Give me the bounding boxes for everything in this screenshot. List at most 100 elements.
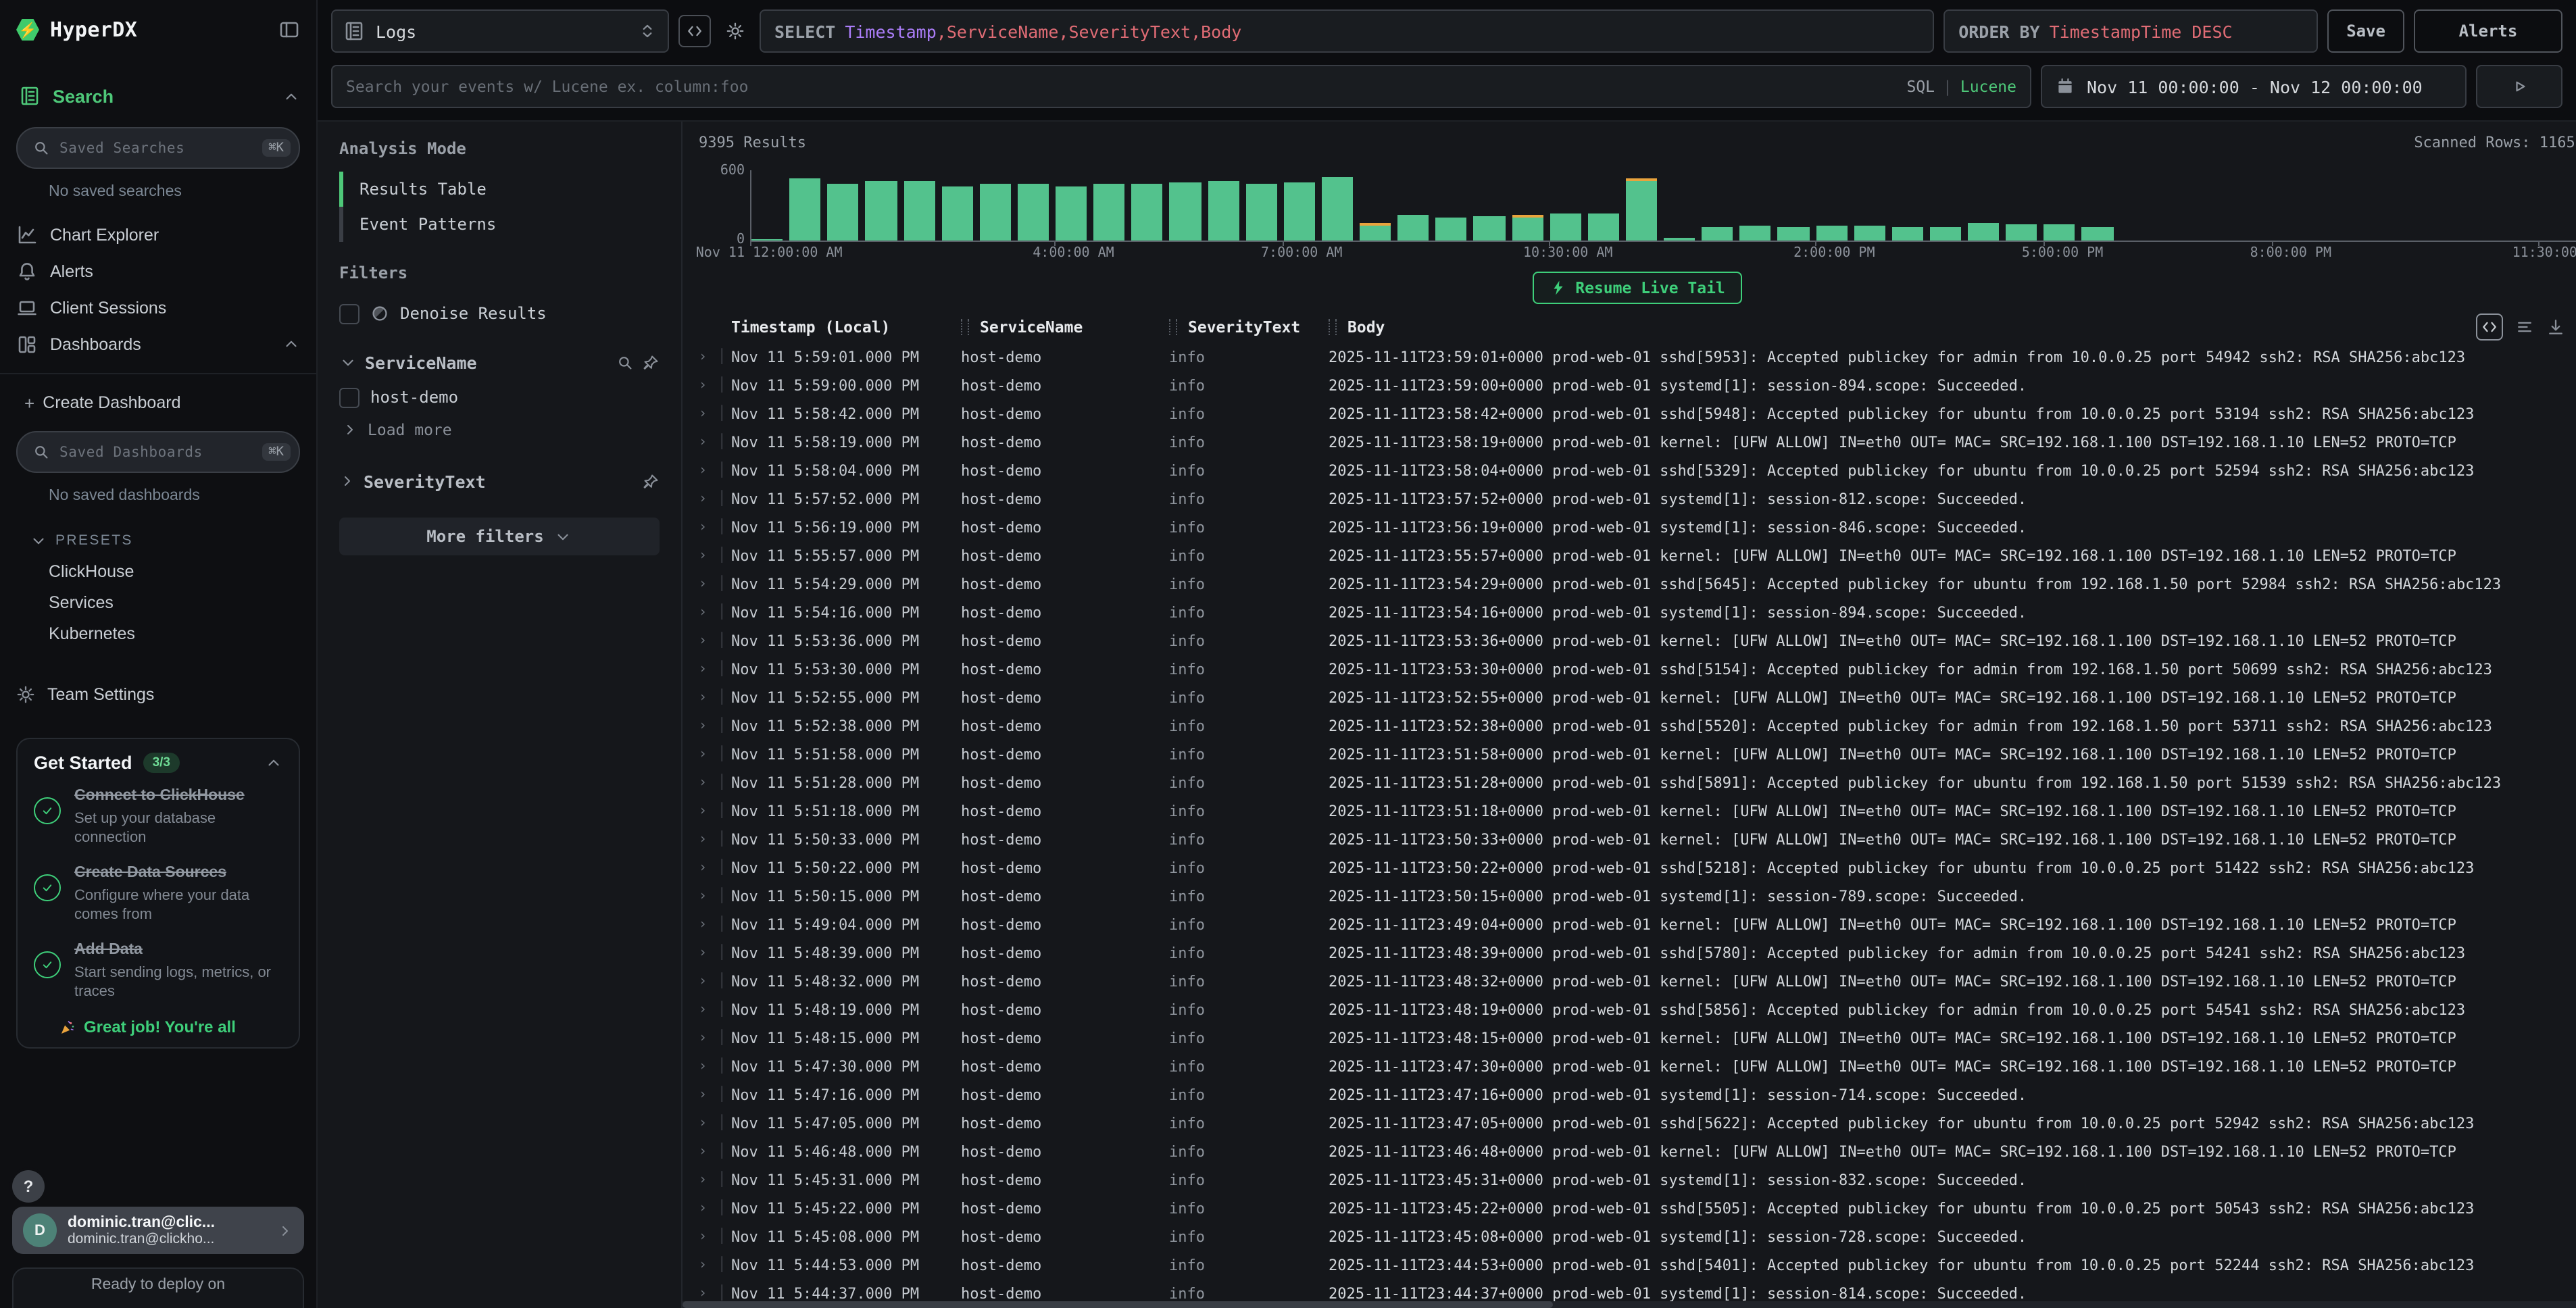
table-row[interactable]: ›│Nov 11 5:51:58.000 PMhost-demoinfo2025… (699, 740, 2576, 769)
column-header-timestamp[interactable]: Timestamp (Local) (731, 318, 961, 336)
load-more-button[interactable]: Load more (339, 415, 660, 445)
table-row[interactable]: ›│Nov 11 5:48:39.000 PMhost-demoinfo2025… (699, 939, 2576, 967)
row-expand-icon[interactable]: ›│ (699, 1116, 731, 1131)
row-expand-icon[interactable]: ›│ (699, 1258, 731, 1273)
row-expand-icon[interactable]: ›│ (699, 435, 731, 450)
table-row[interactable]: ›│Nov 11 5:45:22.000 PMhost-demoinfo2025… (699, 1194, 2576, 1223)
row-expand-icon[interactable]: ›│ (699, 776, 731, 790)
table-row[interactable]: ›│Nov 11 5:50:33.000 PMhost-demoinfo2025… (699, 826, 2576, 854)
analysis-mode-event-patterns[interactable]: Event Patterns (339, 207, 660, 242)
histogram-bucket[interactable] (1170, 170, 1208, 241)
row-expand-icon[interactable]: ›│ (699, 946, 731, 961)
row-expand-icon[interactable]: ›│ (699, 1144, 731, 1159)
table-row[interactable]: ›│Nov 11 5:54:29.000 PMhost-demoinfo2025… (699, 570, 2576, 599)
histogram-bucket[interactable] (2500, 170, 2538, 241)
histogram-bar[interactable] (1436, 217, 1467, 241)
table-row[interactable]: ›│Nov 11 5:58:42.000 PMhost-demoinfo2025… (699, 400, 2576, 428)
preset-item-kubernetes[interactable]: Kubernetes (16, 618, 300, 649)
histogram-bar[interactable] (1397, 214, 1429, 241)
column-header-body[interactable]: Body (1329, 318, 2576, 336)
column-header-servicename[interactable]: ServiceName (961, 318, 1169, 336)
row-expand-icon[interactable]: ›│ (699, 1031, 731, 1046)
histogram-bucket[interactable] (828, 170, 866, 241)
row-expand-icon[interactable]: ›│ (699, 407, 731, 422)
column-header-severitytext[interactable]: SeverityText (1169, 318, 1329, 336)
analysis-mode-results-table[interactable]: Results Table (339, 172, 660, 207)
table-row[interactable]: ›│Nov 11 5:48:15.000 PMhost-demoinfo2025… (699, 1024, 2576, 1053)
histogram-bucket[interactable] (2310, 170, 2348, 241)
histogram-bucket[interactable] (1208, 170, 1245, 241)
sidebar-item-dashboards[interactable]: Dashboards (16, 326, 300, 362)
row-expand-icon[interactable]: ›│ (699, 747, 731, 762)
time-range-picker[interactable]: Nov 11 00:00:00 - Nov 12 00:00:00 (2041, 65, 2467, 108)
histogram-bar[interactable] (1626, 178, 1657, 241)
row-expand-icon[interactable]: ›│ (699, 861, 731, 876)
histogram-bucket[interactable] (1397, 170, 1435, 241)
row-expand-icon[interactable]: ›│ (699, 690, 731, 705)
histogram-bar[interactable] (751, 239, 783, 241)
histogram-bucket[interactable] (1245, 170, 1283, 241)
table-row[interactable]: ›│Nov 11 5:45:31.000 PMhost-demoinfo2025… (699, 1166, 2576, 1194)
histogram-bucket[interactable] (866, 170, 903, 241)
histogram-bucket[interactable] (1550, 170, 1587, 241)
histogram-bar[interactable] (1474, 216, 1505, 241)
histogram-bar[interactable] (1245, 184, 1277, 241)
preset-item-clickhouse[interactable]: ClickHouse (16, 555, 300, 586)
table-row[interactable]: ›│Nov 11 5:46:48.000 PMhost-demoinfo2025… (699, 1138, 2576, 1166)
table-row[interactable]: ›│Nov 11 5:57:52.000 PMhost-demoinfo2025… (699, 485, 2576, 513)
sidebar-item-team-settings[interactable]: Team Settings (16, 676, 300, 713)
histogram-bucket[interactable] (2462, 170, 2500, 241)
search-icon[interactable] (616, 353, 634, 371)
pin-icon[interactable] (642, 353, 660, 371)
histogram-bar[interactable] (1208, 181, 1239, 241)
preset-item-services[interactable]: Services (16, 586, 300, 618)
table-row[interactable]: ›│Nov 11 5:48:32.000 PMhost-demoinfo2025… (699, 967, 2576, 996)
histogram-bucket[interactable] (1588, 170, 1626, 241)
histogram-bar[interactable] (1512, 215, 1543, 241)
table-row[interactable]: ›│Nov 11 5:48:19.000 PMhost-demoinfo2025… (699, 996, 2576, 1024)
column-options-icon[interactable] (2515, 318, 2534, 336)
histogram-bar[interactable] (903, 181, 935, 241)
histogram-bar[interactable] (1322, 177, 1353, 241)
row-expand-icon[interactable]: ›│ (699, 634, 731, 649)
histogram-bar[interactable] (1056, 186, 1087, 241)
column-resize-handle[interactable] (1329, 319, 1337, 335)
histogram-bucket[interactable] (2044, 170, 2082, 241)
table-row[interactable]: ›│Nov 11 5:53:36.000 PMhost-demoinfo2025… (699, 627, 2576, 655)
table-row[interactable]: ›│Nov 11 5:58:19.000 PMhost-demoinfo2025… (699, 428, 2576, 457)
filter-group-servicename[interactable]: ServiceName (339, 345, 660, 380)
source-select[interactable]: Logs (331, 9, 669, 53)
row-expand-icon[interactable]: ›│ (699, 350, 731, 365)
histogram-bucket[interactable] (1664, 170, 1702, 241)
pin-icon[interactable] (642, 472, 660, 490)
histogram-bucket[interactable] (2006, 170, 2044, 241)
histogram-bucket[interactable] (1930, 170, 1968, 241)
table-row[interactable]: ›│Nov 11 5:55:57.000 PMhost-demoinfo2025… (699, 542, 2576, 570)
table-row[interactable]: ›│Nov 11 5:44:53.000 PMhost-demoinfo2025… (699, 1251, 2576, 1280)
table-row[interactable]: ›│Nov 11 5:58:04.000 PMhost-demoinfo2025… (699, 457, 2576, 485)
table-row[interactable]: ›│Nov 11 5:53:30.000 PMhost-demoinfo2025… (699, 655, 2576, 684)
histogram-bucket[interactable] (789, 170, 827, 241)
histogram-bucket[interactable] (1854, 170, 1891, 241)
histogram-bucket[interactable] (1436, 170, 1474, 241)
histogram-bar[interactable] (1588, 213, 1619, 241)
histogram-bucket[interactable] (1512, 170, 1550, 241)
row-expand-icon[interactable]: ›│ (699, 1088, 731, 1103)
row-expand-icon[interactable]: ›│ (699, 1286, 731, 1301)
histogram-bar[interactable] (1284, 182, 1315, 241)
chevron-up-icon[interactable] (282, 335, 300, 353)
histogram-bar[interactable] (2006, 224, 2037, 241)
raw-view-toggle[interactable] (2476, 313, 2503, 341)
histogram-bucket[interactable] (2234, 170, 2272, 241)
table-row[interactable]: ›│Nov 11 5:50:22.000 PMhost-demoinfo2025… (699, 854, 2576, 882)
get-started-step[interactable]: Add DataStart sending logs, metrics, or … (34, 940, 282, 1001)
histogram-bucket[interactable] (1740, 170, 1778, 241)
histogram-bucket[interactable] (2386, 170, 2424, 241)
histogram-bar[interactable] (866, 181, 897, 241)
saved-dashboards-input[interactable]: Saved Dashboards ⌘K (16, 431, 300, 473)
row-expand-icon[interactable]: ›│ (699, 1230, 731, 1244)
table-row[interactable]: ›│Nov 11 5:52:55.000 PMhost-demoinfo2025… (699, 684, 2576, 712)
histogram-bucket[interactable] (1093, 170, 1131, 241)
row-expand-icon[interactable]: ›│ (699, 719, 731, 734)
histogram-bucket[interactable] (1702, 170, 1739, 241)
